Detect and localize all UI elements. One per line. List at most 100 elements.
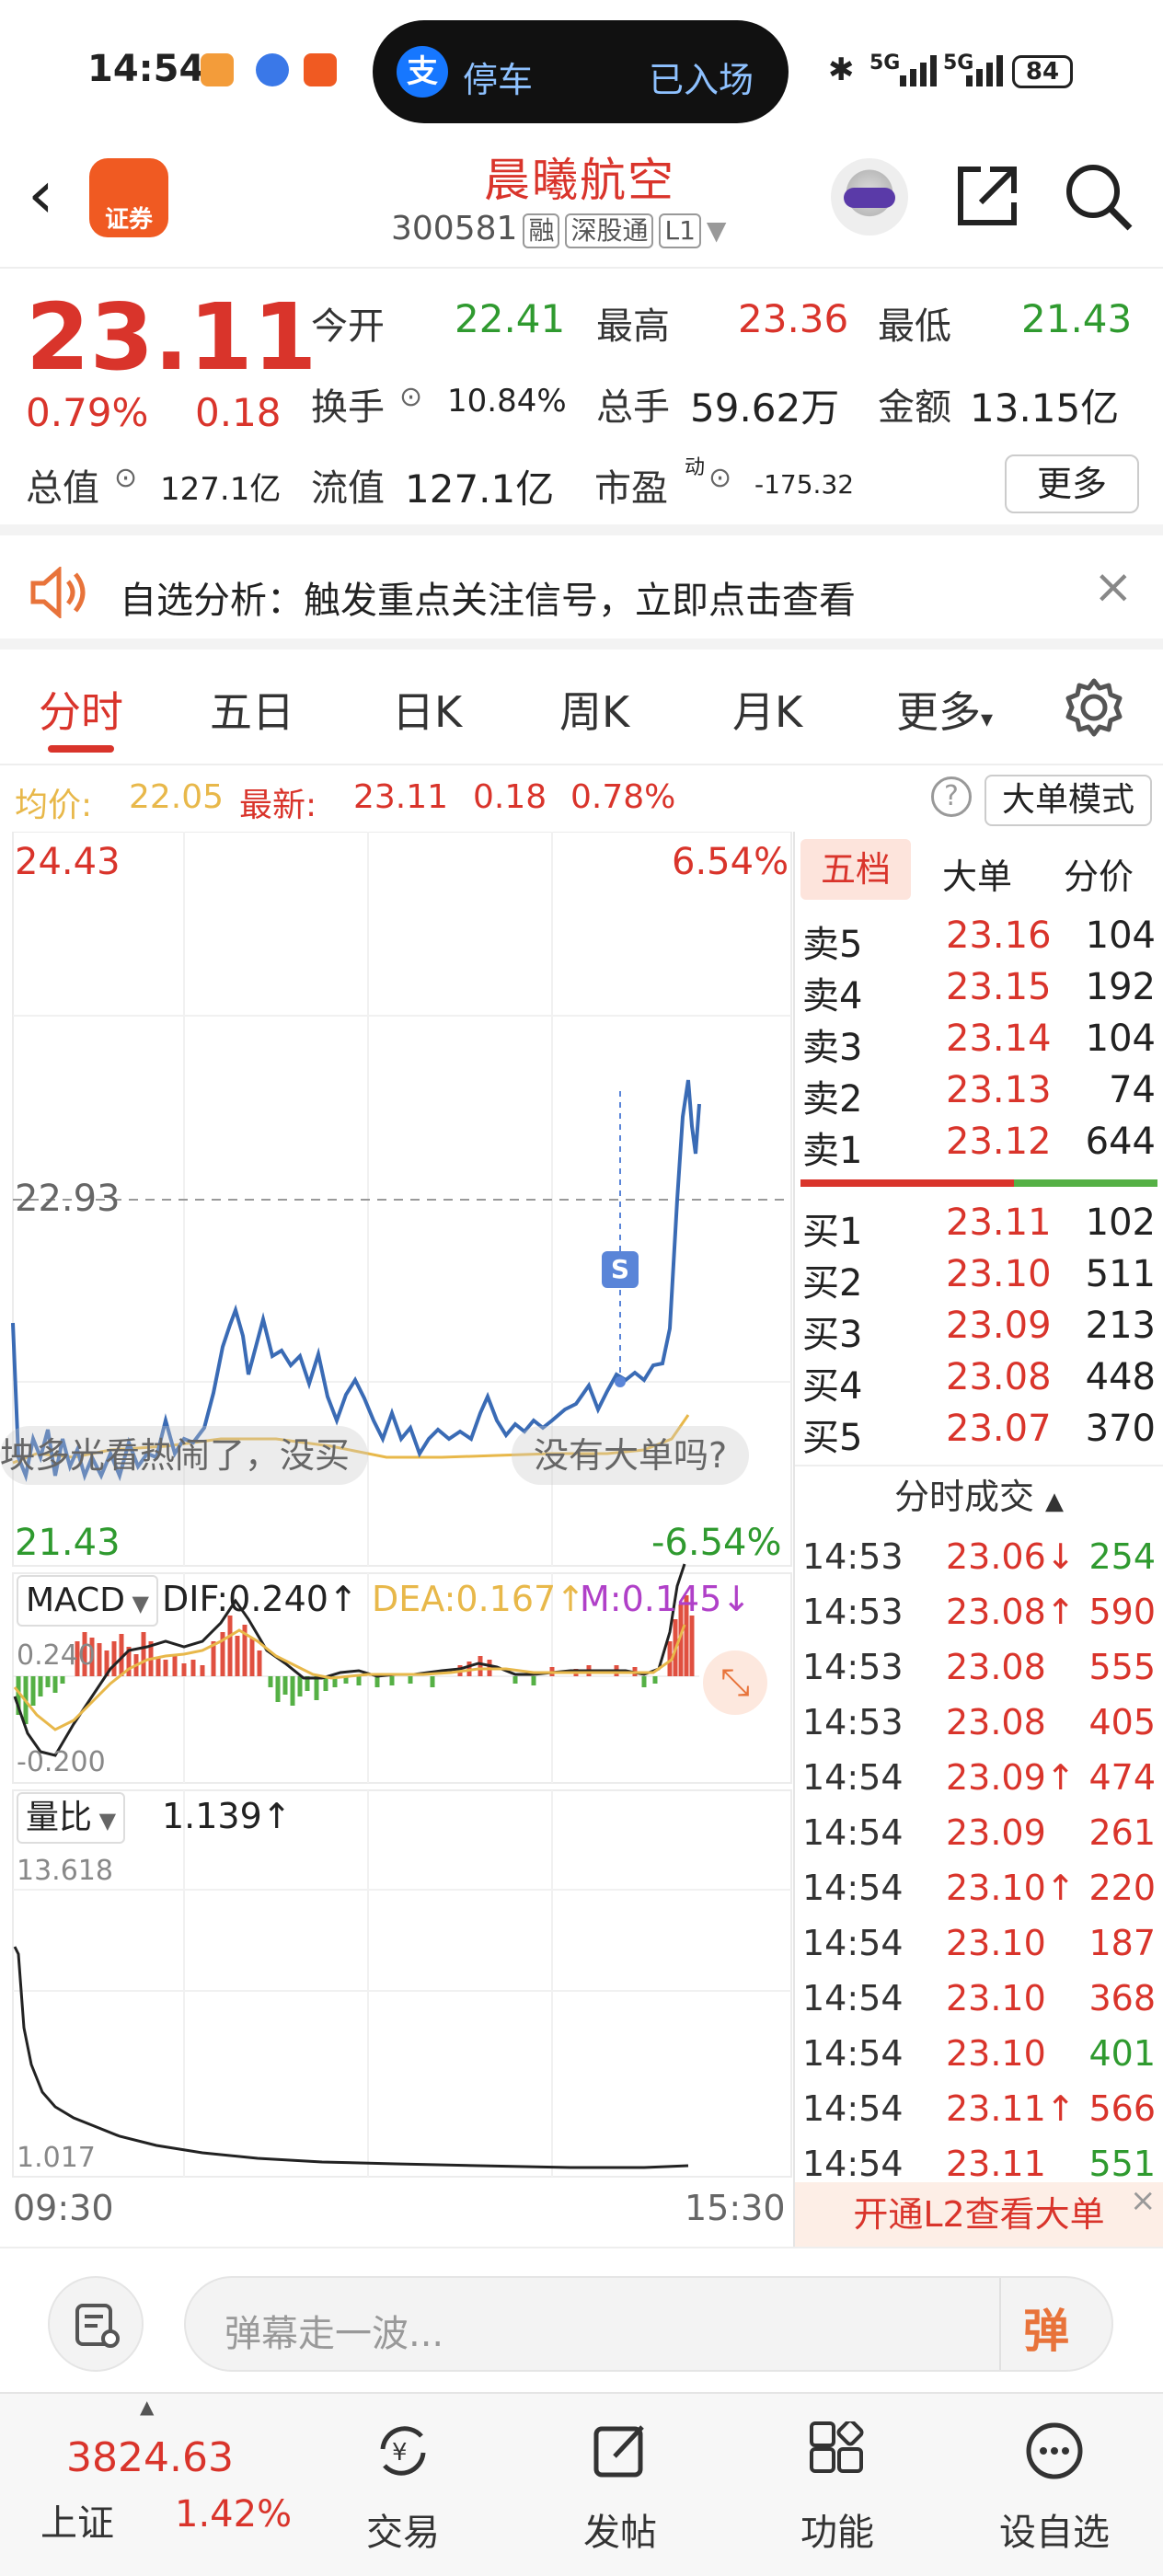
- ask-volume: 74: [1109, 1069, 1156, 1111]
- close-icon[interactable]: ×: [1093, 559, 1134, 615]
- tab-more[interactable]: 更多▾: [896, 679, 993, 740]
- low-value: 21.43: [1021, 296, 1133, 341]
- danmu-input[interactable]: 弹幕走一波... 弹: [184, 2276, 1113, 2372]
- info-dots-icon[interactable]: ⊙: [708, 462, 731, 494]
- dynamic-island-parking[interactable]: 支 停车 已入场: [373, 20, 789, 123]
- ask-row: 卖2 23.13 74: [795, 1069, 1163, 1121]
- tab-intraday[interactable]: 分时: [39, 679, 123, 740]
- info-dots-icon[interactable]: ⊙: [114, 462, 137, 494]
- ask-row: 卖4 23.15 192: [795, 966, 1163, 1018]
- trade-volume: 555: [1088, 1647, 1156, 1687]
- index-percent: 1.42%: [175, 2493, 293, 2536]
- notice-text: 自选分析：触发重点关注信号，立即点击查看: [120, 580, 856, 622]
- signal-s-marker[interactable]: S: [602, 1251, 639, 1288]
- expand-icon[interactable]: ⤡: [703, 1650, 767, 1715]
- trade-price: 23.06↓: [946, 1536, 1076, 1577]
- ratio-axis-bottom: 1.017: [17, 2142, 96, 2174]
- trade-price: 23.09: [946, 1812, 1046, 1853]
- bid-volume: 448: [1085, 1356, 1156, 1398]
- order-book-panel: 五档 大单 分价 卖5 23.16 104 卖4 23.15 192 卖3 23.14 10…: [793, 832, 1163, 2247]
- search-icon[interactable]: [1064, 162, 1134, 232]
- ask-price: 23.12: [946, 1121, 1052, 1163]
- tab-weekly-k[interactable]: 周K: [559, 679, 629, 740]
- signal-5g-1: 5G: [869, 52, 901, 75]
- book-tab-price[interactable]: 分价: [1064, 848, 1134, 899]
- trade-row: 14:54 23.10 401: [795, 2033, 1163, 2088]
- signal-bars-icon: [966, 55, 1003, 86]
- tab-add-watchlist[interactable]: 设自选: [962, 2394, 1146, 2576]
- ask-label: 卖3: [802, 1027, 863, 1069]
- volume-ratio-selector[interactable]: 量比 ▼: [17, 1792, 126, 1844]
- volume-ratio-line: [13, 1946, 689, 2169]
- sort-up-icon: ▲: [1045, 1488, 1065, 1515]
- stock-name[interactable]: 晨曦航空: [386, 144, 773, 210]
- tab-monthly-k[interactable]: 月K: [732, 679, 802, 740]
- current-price: 23.11: [26, 283, 317, 391]
- securities-logo[interactable]: 证券: [89, 158, 168, 237]
- l2-upgrade-banner[interactable]: 开通L2查看大单: [795, 2182, 1163, 2247]
- intraday-chart-area[interactable]: 24.43 6.54% 22.93 21.43 -6.54% S 坱多光看热闹了…: [0, 832, 793, 2247]
- macd-axis-bottom: -0.200: [17, 1746, 106, 1778]
- bullet-comment[interactable]: 坱多光看热闹了，没买: [0, 1426, 369, 1485]
- bullet-comment[interactable]: 没有大单吗?: [512, 1426, 750, 1485]
- danmu-settings-button[interactable]: [48, 2276, 144, 2372]
- amount-value: 13.15亿: [970, 385, 1120, 431]
- bid-price: 23.10: [946, 1253, 1052, 1295]
- float-value: 127.1亿: [405, 466, 555, 512]
- bid-label: 买5: [802, 1417, 863, 1459]
- macd-selector[interactable]: MACD ▼: [17, 1575, 159, 1627]
- bid-ask-ratio-bar-green: [1014, 1179, 1157, 1187]
- tab-trade[interactable]: ¥ 交易: [311, 2394, 495, 2576]
- help-icon[interactable]: ?: [931, 776, 972, 817]
- close-icon[interactable]: ×: [1130, 2182, 1157, 2219]
- analysis-notice-bar[interactable]: 自选分析：触发重点关注信号，立即点击查看 ×: [0, 535, 1163, 650]
- share-icon[interactable]: [953, 162, 1021, 230]
- trade-volume: 368: [1088, 1978, 1156, 2018]
- dropdown-triangle-icon[interactable]: ▼: [707, 215, 727, 246]
- tab-five-day[interactable]: 五日: [210, 679, 294, 740]
- trade-row: 14:54 23.09 261: [795, 1812, 1163, 1868]
- ask-volume: 104: [1085, 914, 1156, 957]
- trade-price: 23.09↑: [946, 1757, 1076, 1798]
- tab-post[interactable]: 发帖: [528, 2394, 712, 2576]
- bluetooth-icon: ✱: [828, 52, 855, 88]
- high-label: 最高: [596, 305, 670, 348]
- svg-text:¥: ¥: [392, 2439, 408, 2467]
- danmu-send-button[interactable]: 弹: [1023, 2294, 1069, 2361]
- x-axis-end: 15:30: [685, 2188, 786, 2228]
- info-dots-icon[interactable]: ⊙: [399, 381, 422, 413]
- market-cap-label: 总值: [26, 467, 99, 510]
- ask-row: 卖5 23.16 104: [795, 914, 1163, 966]
- trade-time: 14:54: [802, 2144, 904, 2184]
- ask-row: 卖1 23.12 644: [795, 1121, 1163, 1172]
- tab-daily-k[interactable]: 日K: [392, 679, 462, 740]
- quote-panel: 23.11 0.79% 0.18 今开 22.41 最高 23.36 最低 21…: [0, 269, 1163, 535]
- y-axis-top: 24.43: [15, 841, 121, 883]
- status-bar: 14:54 支 停车 已入场 ✱ 5G 5G 84: [0, 0, 1163, 138]
- trades-header[interactable]: 分时成交 ▲: [795, 1466, 1163, 1527]
- book-tab-big-order[interactable]: 大单: [942, 848, 1012, 899]
- back-arrow-icon[interactable]: ‹: [28, 161, 54, 227]
- more-button[interactable]: 更多: [1005, 454, 1139, 513]
- parking-label: 停车: [463, 60, 534, 100]
- bid-label: 买1: [802, 1211, 863, 1253]
- dropdown-triangle-icon: ▼: [124, 1591, 150, 1616]
- tab-functions-label: 功能: [800, 2512, 874, 2554]
- bottom-tab-bar: ▲ 3824.63 上证 1.42% ¥ 交易 发帖 功能 设自选: [0, 2392, 1163, 2576]
- trade-volume: 474: [1088, 1757, 1156, 1798]
- big-order-mode-button[interactable]: 大单模式: [985, 775, 1152, 826]
- volume-value: 59.62万: [690, 385, 840, 431]
- tab-trade-label: 交易: [366, 2512, 440, 2554]
- trades-header-label: 分时成交: [893, 1477, 1034, 1517]
- book-tab-five-level[interactable]: 五档: [800, 839, 911, 900]
- trade-row: 14:53 23.08 555: [795, 1647, 1163, 1702]
- gear-icon[interactable]: [1064, 677, 1124, 738]
- trade-row: 14:54 23.10 187: [795, 1923, 1163, 1978]
- latest-label: 最新:: [239, 787, 317, 824]
- index-ticker[interactable]: ▲ 3824.63 上证 1.42%: [0, 2394, 292, 2576]
- turnover-label: 换手: [311, 386, 385, 429]
- tab-functions[interactable]: 功能: [745, 2394, 929, 2576]
- amount-label: 金额: [878, 386, 951, 429]
- ai-assistant-avatar[interactable]: [831, 158, 908, 236]
- trade-volume: 187: [1088, 1923, 1156, 1963]
